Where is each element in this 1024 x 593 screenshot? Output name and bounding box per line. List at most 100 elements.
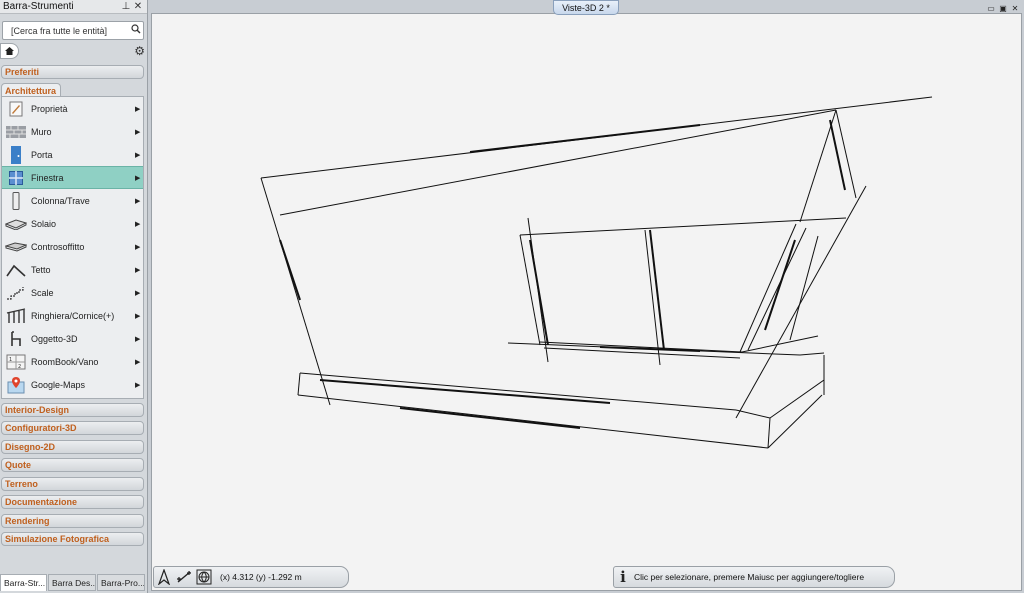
category-label: Simulazione Fotografica <box>5 534 110 544</box>
close-icon[interactable]: ✕ <box>132 1 144 12</box>
toolbar-panel: Barra-Strumenti ⊥ ✕ ⚙ Preferiti Architet… <box>0 0 148 593</box>
item-ringhiera[interactable]: Ringhiera/Cornice(+) ▶ <box>2 304 143 327</box>
globe-icon[interactable] <box>194 567 214 587</box>
chevron-right-icon: ▶ <box>135 105 141 113</box>
category-interior-design[interactable]: Interior-Design <box>1 403 144 417</box>
item-muro[interactable]: Muro ▶ <box>2 120 143 143</box>
item-label: Ringhiera/Cornice(+) <box>31 310 115 321</box>
chevron-right-icon: ▶ <box>135 381 141 389</box>
chevron-right-icon: ▶ <box>135 358 141 366</box>
chevron-right-icon: ▶ <box>135 174 141 182</box>
chevron-right-icon: ▶ <box>135 128 141 136</box>
railing-icon <box>5 307 27 325</box>
search-box[interactable] <box>2 21 144 40</box>
item-google-maps[interactable]: Google-Maps ▶ <box>2 373 143 396</box>
item-label: Google-Maps <box>31 379 86 390</box>
restore-icon[interactable]: ▣ <box>998 3 1008 13</box>
info-icon: i <box>620 568 626 586</box>
item-label: Colonna/Trave <box>31 195 90 206</box>
viewport-3d[interactable] <box>151 13 1022 591</box>
pin-icon[interactable]: ⊥ <box>120 1 132 12</box>
item-controsoffitto[interactable]: Controsoffitto ▶ <box>2 235 143 258</box>
category-rendering[interactable]: Rendering <box>1 514 144 528</box>
panel-bottom-tabs: Barra-Str... Barra Des... Barra-Pro... <box>0 574 148 593</box>
app-window: Barra-Strumenti ⊥ ✕ ⚙ Preferiti Architet… <box>0 0 1024 593</box>
tab-barra-strumenti[interactable]: Barra-Str... <box>0 574 47 591</box>
category-disegno-2d[interactable]: Disegno-2D <box>1 440 144 454</box>
chevron-right-icon: ▶ <box>135 151 141 159</box>
chevron-right-icon: ▶ <box>135 243 141 251</box>
item-finestra[interactable]: Finestra ▶ <box>2 166 143 189</box>
category-label: Terreno <box>5 479 38 489</box>
item-roombook[interactable]: 12 RoomBook/Vano ▶ <box>2 350 143 373</box>
chevron-right-icon: ▶ <box>135 266 141 274</box>
category-label: Preferiti <box>5 67 40 77</box>
roof-icon <box>5 261 27 279</box>
item-label: Oggetto-3D <box>31 333 78 344</box>
wall-icon <box>5 123 27 141</box>
minimize-icon[interactable]: ▭ <box>986 3 996 13</box>
item-proprieta[interactable]: Proprietà ▶ <box>2 97 143 120</box>
svg-text:1: 1 <box>9 357 12 363</box>
ceiling-icon <box>5 238 27 256</box>
close-view-icon[interactable]: ✕ <box>1010 3 1020 13</box>
category-simulazione-fotografica[interactable]: Simulazione Fotografica <box>1 532 144 546</box>
category-label: Configuratori-3D <box>5 423 77 433</box>
category-documentazione[interactable]: Documentazione <box>1 495 144 509</box>
search-input[interactable] <box>3 25 128 36</box>
category-configuratori-3d[interactable]: Configuratori-3D <box>1 421 144 435</box>
gear-icon[interactable]: ⚙ <box>134 44 145 58</box>
door-icon <box>5 145 27 164</box>
category-preferiti[interactable]: Preferiti <box>1 65 144 79</box>
home-icon[interactable] <box>0 43 19 59</box>
window-controls: ▭ ▣ ✕ <box>986 3 1020 13</box>
panel-title-bar: Barra-Strumenti ⊥ ✕ <box>0 0 147 14</box>
north-arrow-icon[interactable] <box>154 567 174 587</box>
item-scale[interactable]: Scale ▶ <box>2 281 143 304</box>
category-label: Documentazione <box>5 497 78 507</box>
category-label: Interior-Design <box>5 405 70 415</box>
category-label: Rendering <box>5 516 50 526</box>
item-label: Porta <box>31 149 53 160</box>
category-terreno[interactable]: Terreno <box>1 477 144 491</box>
item-label: Solaio <box>31 218 57 229</box>
category-architettura[interactable]: Architettura <box>1 83 61 97</box>
chevron-right-icon: ▶ <box>135 289 141 297</box>
tab-viste-3d[interactable]: Viste-3D 2 * <box>553 0 619 15</box>
svg-text:2: 2 <box>18 364 21 370</box>
tab-barra-proprieta[interactable]: Barra-Pro... <box>97 574 145 591</box>
item-oggetto-3d[interactable]: Oggetto-3D ▶ <box>2 327 143 350</box>
stairs-icon <box>5 284 27 302</box>
tab-barra-design[interactable]: Barra Des... <box>48 574 96 591</box>
item-label: RoomBook/Vano <box>31 356 99 367</box>
properties-icon <box>5 100 27 118</box>
map-icon <box>5 376 27 394</box>
coordinate-bar: (x) 4.312 (y) -1.292 m <box>153 566 349 588</box>
category-quote[interactable]: Quote <box>1 458 144 472</box>
item-colonna-trave[interactable]: Colonna/Trave ▶ <box>2 189 143 212</box>
status-message: Clic per selezionare, premere Maiusc per… <box>634 572 865 582</box>
chevron-right-icon: ▶ <box>135 312 141 320</box>
item-label: Muro <box>31 126 52 137</box>
category-label: Architettura <box>5 85 57 96</box>
slab-icon <box>5 215 27 233</box>
chair-icon <box>5 330 27 348</box>
item-solaio[interactable]: Solaio ▶ <box>2 212 143 235</box>
room-icon: 12 <box>5 353 27 371</box>
column-icon <box>5 191 27 210</box>
category-label: Disegno-2D <box>5 442 56 452</box>
snap-icon[interactable] <box>174 567 194 587</box>
search-icon[interactable] <box>128 24 143 37</box>
chevron-right-icon: ▶ <box>135 335 141 343</box>
item-porta[interactable]: Porta ▶ <box>2 143 143 166</box>
category-label: Quote <box>5 460 31 470</box>
coordinate-readout: (x) 4.312 (y) -1.292 m <box>220 572 302 582</box>
home-bar: ⚙ <box>0 43 148 59</box>
item-label: Tetto <box>31 264 51 275</box>
window-icon <box>5 169 27 187</box>
panel-title: Barra-Strumenti <box>3 1 74 12</box>
item-label: Proprietà <box>31 103 68 114</box>
item-tetto[interactable]: Tetto ▶ <box>2 258 143 281</box>
chevron-right-icon: ▶ <box>135 220 141 228</box>
item-label: Controsoffitto <box>31 241 85 252</box>
